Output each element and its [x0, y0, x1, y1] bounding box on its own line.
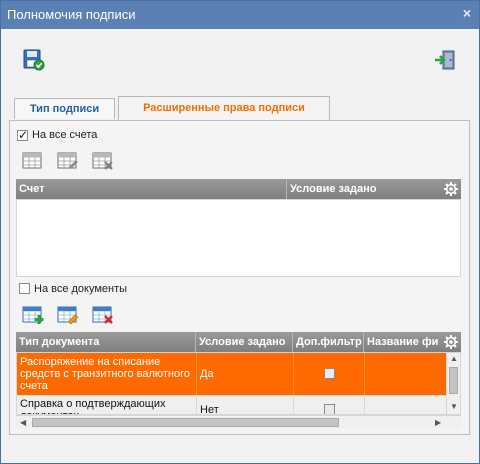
- title-bar[interactable]: Полномочия подписи ×: [1, 1, 479, 29]
- accounts-grid-body[interactable]: [16, 199, 461, 277]
- scroll-down-icon[interactable]: ▼: [450, 402, 458, 411]
- tab-panel: ✓ На все счета Счет Условие задано На вс…: [9, 120, 470, 435]
- tab-signature-type[interactable]: Тип подписи: [14, 98, 115, 119]
- save-signed-icon[interactable]: [23, 49, 45, 71]
- cell-extra-filter: [294, 353, 365, 395]
- gear-icon[interactable]: [443, 334, 459, 350]
- horizontal-scroll-thumb[interactable]: [32, 418, 339, 427]
- documents-grid-header: Тип документа Условие задано Доп.фильтр …: [16, 332, 461, 352]
- delete-document-button[interactable]: [92, 305, 114, 325]
- tab-label: Расширенные права подписи: [143, 102, 305, 114]
- vertical-scrollbar[interactable]: ▲ ▼: [446, 353, 460, 414]
- cell-filter-name: [365, 396, 446, 414]
- extra-filter-checkbox[interactable]: [324, 404, 335, 414]
- vertical-scroll-thumb[interactable]: [449, 367, 458, 394]
- cell-condition: Нет: [197, 396, 294, 415]
- column-condition-set[interactable]: Условие задано: [287, 179, 437, 199]
- accounts-grid-header: Счет Условие задано: [16, 179, 461, 199]
- scroll-up-icon[interactable]: ▲: [450, 354, 458, 363]
- gear-icon[interactable]: [443, 181, 459, 197]
- delete-account-button[interactable]: [92, 151, 114, 171]
- scroll-right-icon[interactable]: ▶: [435, 418, 441, 427]
- close-icon[interactable]: ×: [463, 5, 471, 21]
- condition-text: Нет: [200, 404, 219, 415]
- document-type-text: Справка о подтверждающих документах: [20, 398, 166, 414]
- table-row[interactable]: Распоряжение на списание средств с транз…: [17, 353, 446, 395]
- extra-filter-checkbox[interactable]: [324, 368, 335, 379]
- add-document-button[interactable]: [22, 305, 44, 325]
- all-documents-checkbox[interactable]: [19, 283, 30, 294]
- edit-document-button[interactable]: [57, 305, 79, 325]
- cell-document-type: Справка о подтверждающих документах: [17, 396, 197, 414]
- all-documents-label: На все документы: [34, 283, 128, 295]
- exit-door-icon[interactable]: [434, 49, 456, 71]
- documents-grid-body: Распоряжение на списание средств с транз…: [16, 352, 461, 415]
- cell-extra-filter: [294, 396, 365, 414]
- checkmark-icon: ✓: [18, 128, 29, 142]
- tab-extended-rights[interactable]: Расширенные права подписи: [118, 96, 330, 121]
- document-type-text: Распоряжение на списание средств с транз…: [20, 356, 191, 392]
- all-accounts-label: На все счета: [32, 129, 98, 141]
- column-condition-set[interactable]: Условие задано: [196, 332, 293, 352]
- tab-label: Тип подписи: [29, 103, 100, 115]
- condition-text: Да: [200, 368, 214, 380]
- cell-condition: Да: [197, 353, 294, 395]
- all-accounts-checkbox[interactable]: ✓: [17, 128, 29, 142]
- scroll-left-icon[interactable]: ◀: [20, 418, 26, 427]
- table-row[interactable]: Справка о подтверждающих документах Нет: [17, 395, 446, 415]
- edit-account-button[interactable]: [57, 151, 79, 171]
- column-filter-name[interactable]: Название фи: [364, 332, 443, 352]
- column-account[interactable]: Счет: [16, 179, 287, 199]
- column-document-type[interactable]: Тип документа: [16, 332, 196, 352]
- add-account-button[interactable]: [22, 151, 44, 171]
- cell-filter-name: [365, 353, 446, 395]
- column-extra-filter[interactable]: Доп.фильтр: [293, 332, 364, 352]
- cell-document-type: Распоряжение на списание средств с транз…: [17, 353, 197, 395]
- window-title: Полномочия подписи: [7, 7, 136, 22]
- horizontal-scrollbar[interactable]: ◀ ▶: [16, 415, 461, 429]
- dialog-window: Полномочия подписи × Тип подписи Расшире…: [0, 0, 480, 464]
